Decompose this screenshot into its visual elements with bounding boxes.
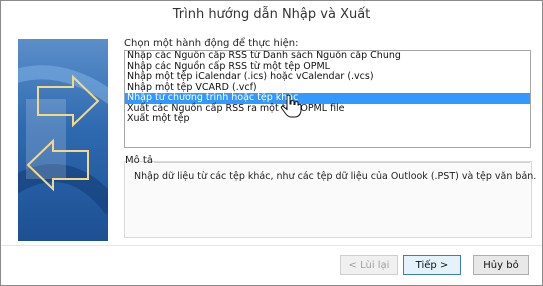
action-prompt: Chọn một hành động để thực hiện:	[124, 38, 299, 49]
description-text: Nhập dữ liệu từ các tệp khác, như các tệ…	[134, 171, 537, 182]
window-title: Trình hướng dẫn Nhập và Xuất	[172, 7, 371, 22]
list-item-export-file[interactable]: Xuất một tệp	[125, 113, 530, 125]
footer-divider	[1, 245, 542, 246]
list-item-import-rss-common[interactable]: Nhập các Nguồn cấp RSS từ Danh sách Nguồ…	[125, 51, 530, 62]
arrows-illustration-icon	[18, 65, 108, 215]
back-button[interactable]: < Lùi lại	[340, 255, 398, 275]
description-divider	[154, 162, 530, 163]
list-item-import-other-program[interactable]: Nhập từ chương trình hoặc tệp khác	[125, 92, 530, 104]
next-button[interactable]: Tiếp >	[403, 255, 461, 275]
wizard-window: Trình hướng dẫn Nhập và Xuất Chọn một hà…	[0, 0, 543, 286]
cancel-button[interactable]: Hủy bỏ	[473, 255, 529, 275]
wizard-illustration	[18, 39, 108, 241]
description-label: Mô tả	[125, 155, 153, 166]
hand-cursor-icon	[280, 94, 302, 118]
list-item-import-icalendar[interactable]: Nhập một tệp iCalendar (.ics) hoặc vCale…	[125, 71, 530, 83]
action-list[interactable]: Nhập các Nguồn cấp RSS từ Danh sách Nguồ…	[124, 50, 531, 148]
